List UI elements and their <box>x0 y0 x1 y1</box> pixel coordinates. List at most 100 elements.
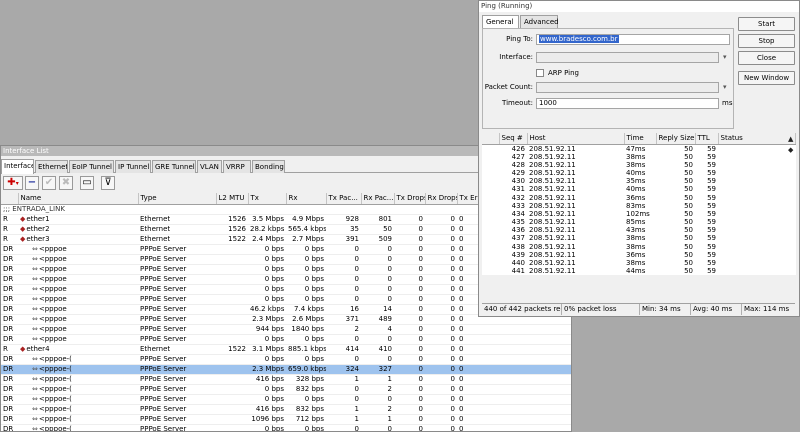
interface-select[interactable] <box>536 52 719 63</box>
table-row[interactable]: DR ⇔<pppoe-(PPPoE Server 0 bps 0 bps 0 0 0 0 0 <box>1 354 571 365</box>
cell-mtu <box>216 324 248 335</box>
table-row[interactable]: 433 208.51.92.11 83ms 50 59 <box>482 202 795 210</box>
cell-flag: DR <box>1 294 18 305</box>
table-row[interactable]: 428 208.51.92.11 38ms 50 59 <box>482 161 795 169</box>
stop-button[interactable]: Stop <box>738 34 795 48</box>
table-row[interactable]: 437 208.51.92.11 38ms 50 59 <box>482 234 795 242</box>
disable-button[interactable]: ✖ <box>59 176 73 190</box>
packet-count-dropdown-icon[interactable]: ▾ <box>723 83 727 91</box>
cell-seq: 432 <box>511 193 525 202</box>
add-button[interactable]: ✚▾ <box>3 176 23 190</box>
cell-rx: 0 bps <box>286 394 326 405</box>
ping-to-input[interactable]: www.bradesco.com.br <box>536 34 730 45</box>
cell-name: ⇔<pppoe <box>18 324 138 335</box>
filter-button[interactable]: ⊽ <box>101 176 115 190</box>
table-row[interactable]: 438 208.51.92.11 38ms 50 59 <box>482 243 795 251</box>
col-tx-drops[interactable]: Tx Drops <box>394 193 426 205</box>
table-row[interactable]: 440 208.51.92.11 38ms 50 59 <box>482 259 795 267</box>
col-rx-drops[interactable]: Rx Drops <box>425 193 458 205</box>
tab-ethernet[interactable]: Ethernet <box>35 160 68 173</box>
cell-status <box>718 210 795 218</box>
tab-gre-tunnel[interactable]: GRE Tunnel <box>152 160 196 173</box>
packet-count-input[interactable] <box>536 82 719 93</box>
col-rx-packets[interactable]: Rx Pac... <box>361 193 395 205</box>
table-row[interactable]: 429 208.51.92.11 40ms 50 59 <box>482 169 795 177</box>
cell-txp: 1 <box>326 404 361 415</box>
table-row[interactable]: 426 208.51.92.11 47ms 50 59 <box>482 144 795 153</box>
new-window-button[interactable]: New Window <box>738 71 795 85</box>
table-row[interactable]: DR ⇔<pppoe-(PPPoE Server 2.3 Mbps 659.0 kbp… <box>1 364 571 375</box>
col-tx[interactable]: Tx <box>248 193 287 205</box>
cell-txd: 0 <box>394 424 425 431</box>
cell-rx: 712 bps <box>286 414 326 425</box>
interface-label: Interface: <box>499 53 533 61</box>
table-row[interactable]: DR ⇔<pppoe-(PPPoE Server 0 bps 0 bps 0 0 0 0 0 <box>1 424 571 431</box>
tab-advanced[interactable]: Advanced <box>520 15 559 28</box>
tab-vlan[interactable]: VLAN <box>197 160 222 173</box>
table-row[interactable]: DR ⇔<pppoe PPPoE Server 944 bps 1840 bps 2 4 0 0… <box>1 324 571 335</box>
cell-ttl: 59 <box>707 152 716 161</box>
cell-txp: 414 <box>326 344 361 355</box>
col-l2mtu[interactable]: L2 MTU <box>216 193 249 205</box>
table-row[interactable]: 436 208.51.92.11 43ms 50 59 <box>482 226 795 234</box>
cell-name: ◆ether3 <box>18 234 138 245</box>
col-name[interactable]: Name <box>18 193 139 205</box>
cell-type: PPPoE Server <box>138 284 216 295</box>
table-row[interactable]: 434 208.51.92.11 102ms 50 59 <box>482 210 795 218</box>
cell-flag: DR <box>1 314 18 325</box>
timeout-input[interactable]: 1000 <box>536 98 719 109</box>
table-row[interactable]: 430 208.51.92.11 35ms 50 59 <box>482 177 795 185</box>
table-row[interactable]: DR ⇔<pppoe PPPoE Server 0 bps 0 bps 0 0 0 0 0 <box>1 334 571 345</box>
start-button[interactable]: Start <box>738 17 795 31</box>
table-row[interactable]: 435 208.51.92.11 85ms 50 59 <box>482 218 795 226</box>
col-status[interactable]: Status <box>718 133 796 145</box>
table-row[interactable]: 439 208.51.92.11 36ms 50 59 <box>482 251 795 259</box>
cell-txe: 0 <box>457 394 571 405</box>
cell-tx: 2.4 Mbps <box>248 234 286 245</box>
close-button[interactable]: Close <box>738 51 795 65</box>
enable-button[interactable]: ✔ <box>42 176 56 190</box>
cell-rxp: 0 <box>361 334 394 345</box>
tab-general[interactable]: General <box>482 15 519 28</box>
col-flag[interactable] <box>1 193 19 205</box>
col-type[interactable]: Type <box>138 193 217 205</box>
cell-host: 208.51.92.11 <box>529 168 576 177</box>
col-reply-size[interactable]: Reply Size <box>656 133 696 145</box>
cell-rxd: 0 <box>425 274 457 285</box>
cell-mtu <box>216 274 248 285</box>
scroll-up-icon[interactable]: ▲ <box>788 135 793 143</box>
col-time[interactable]: Time <box>624 133 657 145</box>
tab-vrrp[interactable]: VRRP <box>223 160 251 173</box>
table-row[interactable]: 431 208.51.92.11 40ms 50 59 <box>482 185 795 193</box>
ping-window: Ping (Running) General Advanced Ping To:… <box>478 0 800 317</box>
cell-rxp: 0 <box>361 254 394 265</box>
col-seq[interactable]: Seq # <box>499 133 528 145</box>
interface-dropdown-icon[interactable]: ▾ <box>723 53 727 61</box>
col-host[interactable]: Host <box>527 133 625 145</box>
remove-button[interactable]: − <box>25 176 39 190</box>
cell-name: ⇔<pppoe <box>18 314 138 325</box>
table-row[interactable]: R ◆ether4 Ethernet 1522 3.1 Mbps 885.1 kbps 41… <box>1 344 571 355</box>
table-row[interactable]: 432 208.51.92.11 36ms 50 59 <box>482 193 795 202</box>
tab-interface[interactable]: Interface <box>1 159 34 174</box>
cell-txp: 1 <box>326 414 361 425</box>
table-row[interactable]: DR ⇔<pppoe-(PPPoE Server 0 bps 832 bps 0 2 0 0 0 <box>1 384 571 395</box>
table-row[interactable]: DR ⇔<pppoe-(PPPoE Server 416 bps 328 bps 1 1 0… <box>1 374 571 385</box>
pppoe-link-icon: ⇔ <box>32 354 38 363</box>
table-row[interactable]: DR ⇔<pppoe-(PPPoE Server 1096 bps 712 bps 1 1… <box>1 414 571 425</box>
col-ttl[interactable]: TTL <box>695 133 719 145</box>
col-tx-packets[interactable]: Tx Pac... <box>326 193 362 205</box>
table-row[interactable]: DR ⇔<pppoe-(PPPoE Server 0 bps 0 bps 0 0 0 0 0 <box>1 394 571 405</box>
scroll-down-icon[interactable]: ◆ <box>788 146 793 154</box>
cell-txp: 1 <box>326 374 361 385</box>
tab-bonding[interactable]: Bonding <box>252 160 285 173</box>
arp-ping-checkbox[interactable] <box>536 69 544 77</box>
table-row[interactable]: DR ⇔<pppoe-(PPPoE Server 416 bps 832 bps 1 2 0… <box>1 404 571 415</box>
table-row[interactable]: 441 208.51.92.11 44ms 50 59 <box>482 267 795 275</box>
comment-button[interactable]: ▭ <box>80 176 94 190</box>
cell-txp: 391 <box>326 234 361 245</box>
tab-ip-tunnel[interactable]: IP Tunnel <box>115 160 151 173</box>
tab-eoip-tunnel[interactable]: EoIP Tunnel <box>69 160 114 173</box>
col-rx[interactable]: Rx <box>286 193 327 205</box>
table-row[interactable]: 427 208.51.92.11 38ms 50 59 <box>482 153 795 161</box>
